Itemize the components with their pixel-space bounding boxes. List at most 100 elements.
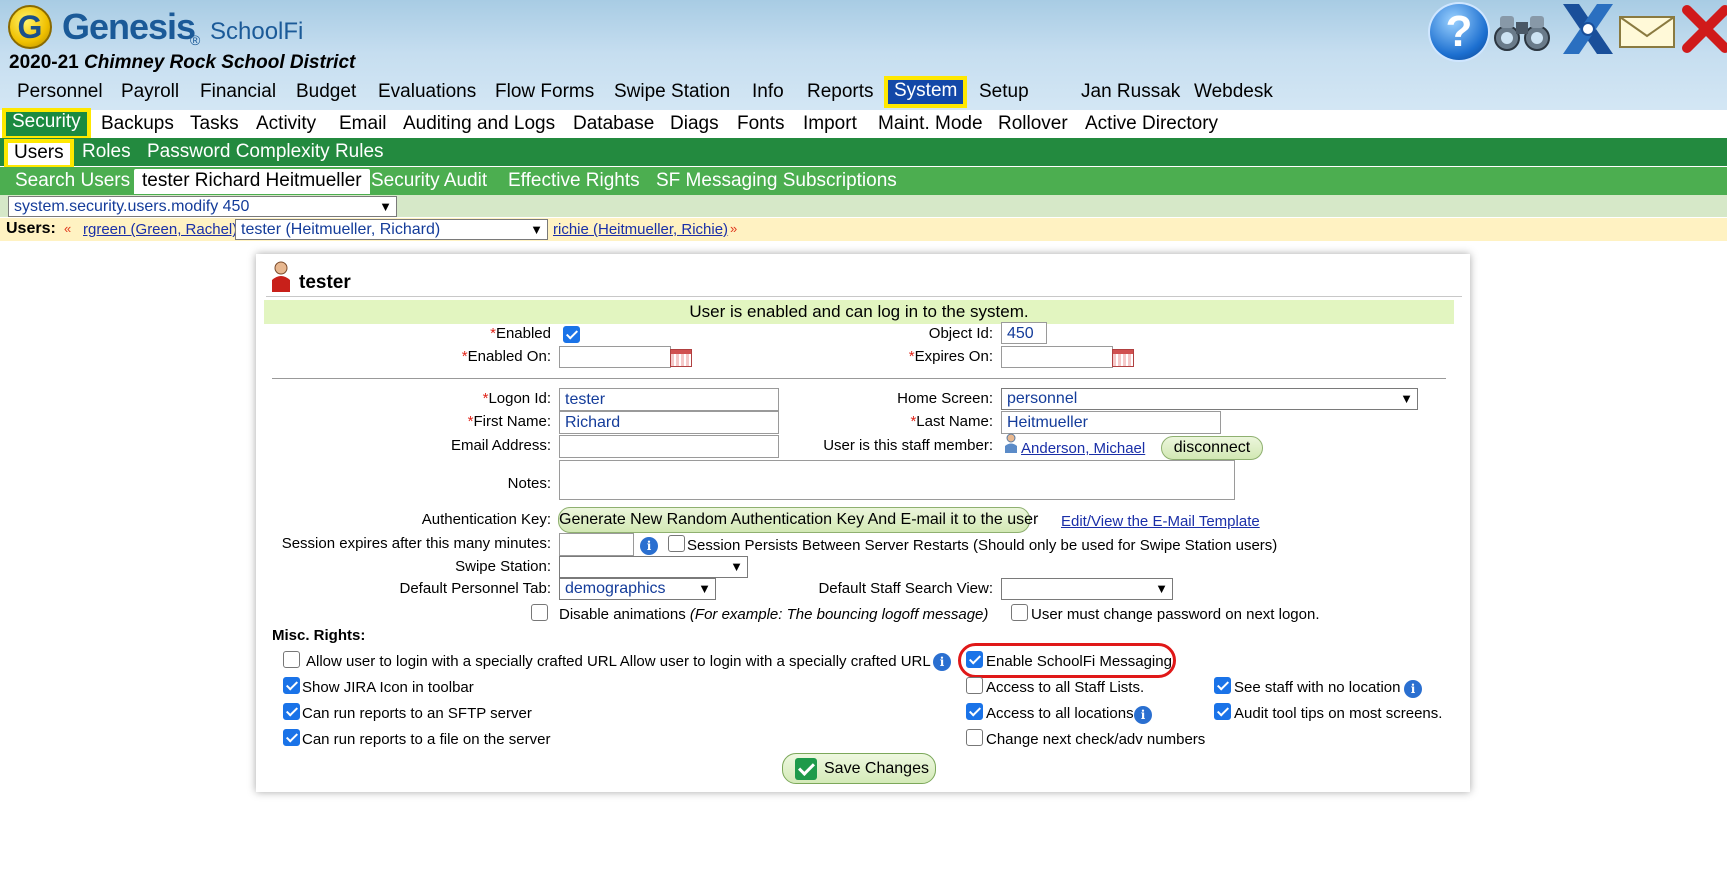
session-persists-label: Session Persists Between Server Restarts… xyxy=(687,537,1278,554)
user-navigator: Users: « rgreen (Green, Rachel) tester (… xyxy=(0,218,1727,241)
notes-textarea[interactable] xyxy=(559,460,1235,500)
nav-budget[interactable]: Budget xyxy=(290,78,362,108)
first-name-input[interactable]: Richard xyxy=(559,411,779,434)
subnav-fonts[interactable]: Fonts xyxy=(731,110,791,138)
staff-member-link[interactable]: Anderson, Michael xyxy=(1021,440,1145,457)
subnav-auditing-logs[interactable]: Auditing and Logs xyxy=(397,110,561,138)
must-change-password-checkbox[interactable] xyxy=(1011,604,1028,621)
enabled-on-input[interactable] xyxy=(559,346,671,368)
close-icon[interactable] xyxy=(1681,4,1727,54)
sftp-reports-checkbox[interactable] xyxy=(283,703,300,720)
nav-current-user[interactable]: Jan Russak xyxy=(1075,78,1186,108)
last-name-input[interactable]: Heitmueller xyxy=(1001,411,1221,434)
chevron-down-icon: ▼ xyxy=(530,222,543,237)
district-year: 2020-21 xyxy=(9,52,79,73)
district-name: Chimney Rock School District xyxy=(84,52,356,73)
info-icon[interactable]: i xyxy=(1134,706,1152,724)
info-icon[interactable]: i xyxy=(933,653,951,671)
subnav-tasks[interactable]: Tasks xyxy=(184,110,245,138)
prev-user-link[interactable]: rgreen (Green, Rachel) xyxy=(83,221,237,238)
subnav-email[interactable]: Email xyxy=(333,110,393,138)
default-staff-view-select[interactable]: ▼ xyxy=(1001,578,1173,600)
nav-financial[interactable]: Financial xyxy=(194,78,282,108)
email-input[interactable] xyxy=(559,435,779,458)
chevron-down-icon: ▼ xyxy=(698,581,711,596)
logon-id-input[interactable]: tester xyxy=(559,388,779,411)
email-template-link[interactable]: Edit/View the E-Mail Template xyxy=(1061,513,1260,530)
swipe-station-label: Swipe Station: xyxy=(455,558,551,575)
subnav-database[interactable]: Database xyxy=(567,110,660,138)
nav-info[interactable]: Info xyxy=(746,78,790,108)
nav-webdesk[interactable]: Webdesk xyxy=(1188,78,1279,108)
nav-swipe-station[interactable]: Swipe Station xyxy=(608,78,736,108)
subnav-active-directory[interactable]: Active Directory xyxy=(1079,110,1224,138)
audit-tool-tips-label: Audit tool tips on most screens. xyxy=(1234,705,1443,722)
nav-payroll[interactable]: Payroll xyxy=(115,78,185,108)
show-jira-icon-checkbox[interactable] xyxy=(283,677,300,694)
session-minutes-input[interactable] xyxy=(559,533,634,556)
next-user-link[interactable]: richie (Heitmueller, Richie) xyxy=(553,221,728,238)
session-persists-checkbox[interactable] xyxy=(668,535,685,552)
subnav-import[interactable]: Import xyxy=(797,110,863,138)
enable-schoolfi-messaging-checkbox[interactable] xyxy=(966,651,983,668)
tab-security-audit[interactable]: Security Audit xyxy=(363,167,495,195)
subnav-diags[interactable]: Diags xyxy=(664,110,725,138)
screen-path-select[interactable]: system.security.users.modify 450 ▼ xyxy=(8,196,397,217)
generate-auth-key-button[interactable]: Generate New Random Authentication Key A… xyxy=(558,507,1038,533)
info-icon[interactable]: i xyxy=(640,537,658,555)
default-personnel-tab-select[interactable]: demographics ▼ xyxy=(559,578,716,600)
calendar-icon[interactable] xyxy=(1112,349,1134,367)
disable-animations-checkbox[interactable] xyxy=(531,604,548,621)
object-id-value: 450 xyxy=(1001,322,1047,344)
prev-user-arrow-icon[interactable]: « xyxy=(64,221,71,236)
jira-x-icon[interactable] xyxy=(1557,0,1619,58)
must-change-password-label: User must change password on next logon. xyxy=(1031,606,1320,623)
tab-password-complexity[interactable]: Password Complexity Rules xyxy=(141,138,390,166)
expires-on-input[interactable] xyxy=(1001,346,1113,368)
section-divider xyxy=(272,378,1446,379)
change-check-numbers-label: Change next check/adv numbers xyxy=(986,731,1206,748)
staff-member-label: User is this staff member: xyxy=(823,437,993,454)
tab-current-user[interactable]: tester Richard Heitmueller xyxy=(134,169,370,194)
mail-icon[interactable] xyxy=(1619,16,1675,48)
subnav-backups[interactable]: Backups xyxy=(95,110,180,138)
enabled-checkbox[interactable] xyxy=(563,326,580,343)
help-icon[interactable]: ? xyxy=(1428,2,1490,62)
tab-roles[interactable]: Roles xyxy=(76,138,137,166)
panel-title: tester xyxy=(299,272,351,293)
nav-system[interactable]: System xyxy=(884,76,968,108)
info-icon[interactable]: i xyxy=(1404,680,1422,698)
tab-sf-messaging-subscriptions[interactable]: SF Messaging Subscriptions xyxy=(648,167,905,195)
user-select[interactable]: tester (Heitmueller, Richard) ▼ xyxy=(235,219,548,240)
file-reports-label: Can run reports to a file on the server xyxy=(302,731,551,748)
default-personnel-tab-label: Default Personnel Tab: xyxy=(399,580,552,597)
crafted-url-login-checkbox[interactable] xyxy=(283,651,300,668)
calendar-icon[interactable] xyxy=(670,349,692,367)
email-label: Email Address: xyxy=(450,437,551,454)
subnav-activity[interactable]: Activity xyxy=(250,110,322,138)
subnav-maint-mode[interactable]: Maint. Mode xyxy=(872,110,989,138)
nav-personnel[interactable]: Personnel xyxy=(11,78,109,108)
disconnect-button[interactable]: disconnect xyxy=(1161,436,1263,460)
nav-flow-forms[interactable]: Flow Forms xyxy=(489,78,600,108)
tab-users[interactable]: Users xyxy=(4,139,74,169)
save-changes-button[interactable]: Save Changes xyxy=(782,753,936,784)
chevron-down-icon: ▼ xyxy=(1155,581,1168,596)
subnav-rollover[interactable]: Rollover xyxy=(992,110,1074,138)
file-reports-checkbox[interactable] xyxy=(283,729,300,746)
home-screen-select[interactable]: personnel ▼ xyxy=(1001,388,1418,410)
nav-evaluations[interactable]: Evaluations xyxy=(372,78,482,108)
nav-setup[interactable]: Setup xyxy=(973,78,1035,108)
change-check-numbers-checkbox[interactable] xyxy=(966,729,983,746)
see-staff-no-location-checkbox[interactable] xyxy=(1214,677,1231,694)
access-all-locations-checkbox[interactable] xyxy=(966,703,983,720)
audit-tool-tips-checkbox[interactable] xyxy=(1214,703,1231,720)
tab-effective-rights[interactable]: Effective Rights xyxy=(500,167,648,195)
access-all-staff-lists-checkbox[interactable] xyxy=(966,677,983,694)
tab-search-users[interactable]: Search Users xyxy=(7,167,138,195)
next-user-arrow-icon[interactable]: » xyxy=(730,221,737,236)
binoculars-icon[interactable] xyxy=(1492,14,1552,52)
subnav-security[interactable]: Security xyxy=(2,108,91,140)
nav-reports[interactable]: Reports xyxy=(801,78,880,108)
swipe-station-select[interactable]: ▼ xyxy=(559,556,748,578)
